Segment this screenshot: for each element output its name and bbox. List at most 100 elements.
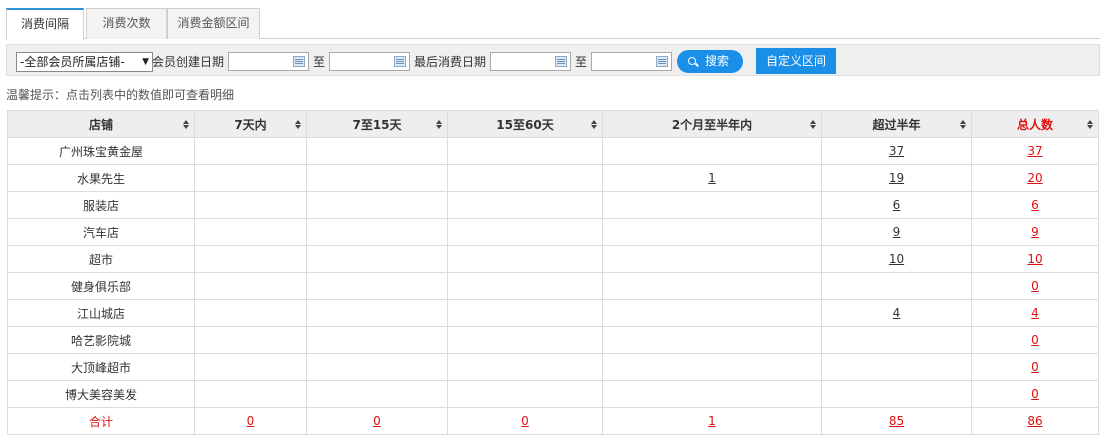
header-store-label: 店铺 [88,117,113,132]
count-cell [306,326,448,354]
total-cell: 0 [971,272,1099,300]
table-row: 超市 10 10 [7,245,1099,273]
count-cell [447,353,603,381]
table-row: 水果先生 1 19 20 [7,164,1099,192]
table-row: 博大美容美发 0 [7,380,1099,408]
calendar-icon[interactable] [656,56,668,67]
store-name-cell: 水果先生 [7,164,195,192]
count-cell [194,137,307,165]
count-cell [447,164,603,192]
tab-consume-amount-range[interactable]: 消费金额区间 [167,8,260,39]
total-link[interactable]: 9 [1031,225,1039,239]
header-15-60d[interactable]: 15至60天 [447,110,603,138]
count-cell [821,380,972,408]
total-count-link[interactable]: 0 [247,414,255,428]
count-cell [306,137,448,165]
store-select[interactable]: -全部会员所属店铺- ▼ [16,52,153,72]
total-link[interactable]: 0 [1031,360,1039,374]
total-count-link[interactable]: 0 [373,414,381,428]
count-cell [194,326,307,354]
count-cell [306,272,448,300]
count-cell [602,137,822,165]
count-cell: 19 [821,164,972,192]
total-link[interactable]: 37 [1027,144,1042,158]
last-consume-to-input[interactable] [591,52,672,71]
tab-consume-interval[interactable]: 消费间隔 [6,8,84,40]
tab-consume-count[interactable]: 消费次数 [86,8,167,39]
count-cell [602,245,822,273]
header-7d-label: 7天内 [234,117,267,132]
chevron-down-icon: ▼ [142,57,149,67]
count-cell [306,191,448,219]
consume-interval-table: 店铺 7天内 7至15天 15至60天 2个月至半年内 超过半年 总人数 广州珠… [7,110,1099,435]
calendar-icon[interactable] [555,56,567,67]
total-count-link[interactable]: 86 [1027,414,1042,428]
total-link[interactable]: 0 [1031,333,1039,347]
count-cell [602,191,822,219]
header-7-15d[interactable]: 7至15天 [306,110,448,138]
count-link[interactable]: 9 [893,225,901,239]
count-cell: 4 [821,299,972,327]
count-cell [602,326,822,354]
header-over-6m[interactable]: 超过半年 [821,110,972,138]
header-2m-6m-label: 2个月至半年内 [671,117,753,132]
search-icon [688,57,696,65]
count-cell: 9 [821,218,972,246]
total-link[interactable]: 4 [1031,306,1039,320]
count-cell [194,272,307,300]
total-link[interactable]: 0 [1031,279,1039,293]
total-label-cell: 合计 [7,407,195,435]
count-cell [602,380,822,408]
calendar-icon[interactable] [293,56,305,67]
search-button-label: 搜索 [705,54,730,68]
count-link[interactable]: 6 [893,198,901,212]
search-button[interactable]: 搜索 [677,50,743,73]
last-consume-from-input[interactable] [490,52,571,71]
count-cell [821,326,972,354]
header-total[interactable]: 总人数 [971,110,1099,138]
table-row: 服装店 6 6 [7,191,1099,219]
count-cell [821,353,972,381]
total-cell: 20 [971,164,1099,192]
count-cell [194,299,307,327]
table-row: 汽车店 9 9 [7,218,1099,246]
count-cell [306,164,448,192]
last-consume-to-label: 至 [575,55,588,69]
store-name-cell: 健身俱乐部 [7,272,195,300]
store-name-cell: 汽车店 [7,218,195,246]
header-7-15d-label: 7至15天 [352,117,402,132]
count-link[interactable]: 4 [893,306,901,320]
total-link[interactable]: 10 [1027,252,1042,266]
header-2m-6m[interactable]: 2个月至半年内 [602,110,822,138]
created-date-to-input[interactable] [329,52,410,71]
tab-bar: 消费间隔 消费次数 消费金额区间 [6,6,1100,40]
total-link[interactable]: 6 [1031,198,1039,212]
total-link[interactable]: 20 [1027,171,1042,185]
store-name-cell: 大顶峰超市 [7,353,195,381]
count-cell [447,380,603,408]
calendar-icon[interactable] [394,56,406,67]
total-count-link[interactable]: 85 [889,414,904,428]
total-count-link[interactable]: 0 [521,414,529,428]
total-count-link[interactable]: 1 [708,414,716,428]
count-cell [194,218,307,246]
count-cell [602,353,822,381]
header-7d[interactable]: 7天内 [194,110,307,138]
total-cell: 4 [971,299,1099,327]
filter-bar: -全部会员所属店铺- ▼ 会员创建日期 至 最后消费日期 至 搜索 自定义区间 [6,44,1100,76]
header-store[interactable]: 店铺 [7,110,195,138]
total-link[interactable]: 0 [1031,387,1039,401]
count-link[interactable]: 37 [889,144,904,158]
count-cell [194,380,307,408]
created-date-from-input[interactable] [228,52,309,71]
count-link[interactable]: 10 [889,252,904,266]
total-count-cell: 85 [821,407,972,435]
custom-range-button[interactable]: 自定义区间 [756,48,836,74]
count-link[interactable]: 19 [889,171,904,185]
count-link[interactable]: 1 [708,171,716,185]
total-cell: 6 [971,191,1099,219]
count-cell [602,218,822,246]
table-row: 哈艺影院城 0 [7,326,1099,354]
store-name-cell: 哈艺影院城 [7,326,195,354]
count-cell [447,137,603,165]
